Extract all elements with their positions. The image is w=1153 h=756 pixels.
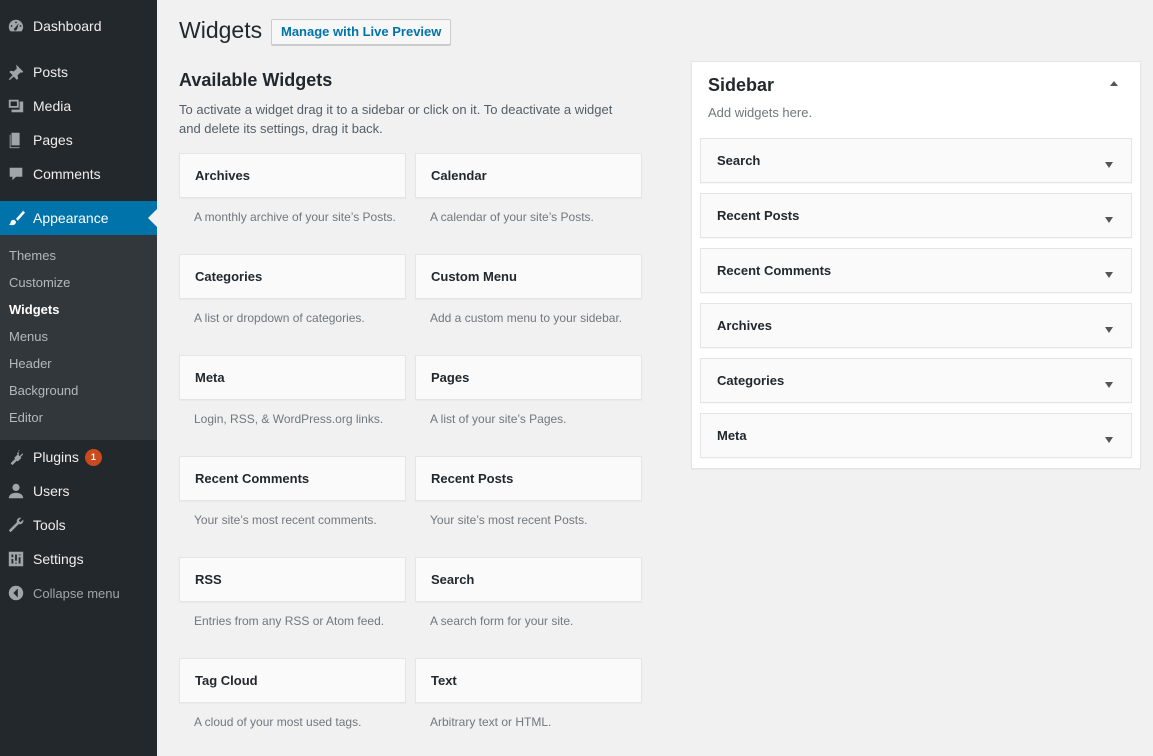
submenu-item-background[interactable]: Background: [9, 383, 78, 398]
sidebar-widget-title: Archives: [717, 318, 772, 333]
available-widget-meta[interactable]: Meta: [179, 355, 406, 400]
sidebar-widget-title: Search: [717, 153, 761, 168]
expand-triangle-down-icon[interactable]: [1104, 322, 1114, 333]
dashboard-icon: [6, 16, 26, 36]
widget-description: A calendar of your site’s Posts.: [430, 210, 594, 224]
menu-item-comments[interactable]: Comments: [0, 157, 157, 191]
plugins-update-badge: 1: [84, 448, 102, 466]
expand-triangle-down-icon[interactable]: [1104, 212, 1114, 223]
available-widget-custom-menu[interactable]: Custom Menu: [415, 254, 642, 299]
menu-label: Appearance: [33, 210, 109, 226]
expand-triangle-down-icon[interactable]: [1104, 157, 1114, 168]
menu-item-settings[interactable]: Settings: [0, 542, 157, 576]
menu-item-appearance[interactable]: Appearance: [0, 201, 157, 235]
menu-item-pages[interactable]: Pages: [0, 123, 157, 157]
widget-description: A list or dropdown of categories.: [194, 311, 365, 325]
widget-description: A cloud of your most used tags.: [194, 715, 362, 729]
sidebar-area-title[interactable]: Sidebar: [708, 75, 774, 96]
sidebar-widget-area: Sidebar Add widgets here. Search Recent …: [691, 61, 1141, 469]
widget-description: Add a custom menu to your sidebar.: [430, 311, 623, 325]
wrench-icon: [6, 515, 26, 535]
sidebar-widget-categories[interactable]: Categories: [700, 358, 1132, 403]
sidebar-widget-title: Recent Posts: [717, 208, 800, 223]
widget-description: A search form for your site.: [430, 614, 574, 628]
available-widget-rss[interactable]: RSS: [179, 557, 406, 602]
menu-label: Posts: [33, 64, 69, 80]
available-widget-recent-posts[interactable]: Recent Posts: [415, 456, 642, 501]
widget-description: Arbitrary text or HTML.: [430, 715, 552, 729]
menu-label: Pages: [33, 132, 73, 148]
available-widget-pages[interactable]: Pages: [415, 355, 642, 400]
submenu-item-editor[interactable]: Editor: [9, 410, 43, 425]
pages-icon: [6, 130, 26, 150]
manage-live-preview-button[interactable]: Manage with Live Preview: [271, 19, 452, 45]
sidebar-widget-search[interactable]: Search: [700, 138, 1132, 183]
menu-label: Plugins: [33, 449, 79, 465]
collapse-triangle-up-icon[interactable]: [1108, 76, 1120, 88]
widget-description: Login, RSS, & WordPress.org links.: [194, 412, 384, 426]
submenu-item-customize[interactable]: Customize: [9, 275, 70, 290]
sidebar-widget-title: Meta: [717, 428, 747, 443]
submenu-item-widgets[interactable]: Widgets: [9, 302, 59, 317]
collapse-arrow-icon: [6, 583, 26, 603]
settings-icon: [6, 549, 26, 569]
media-icon: [6, 96, 26, 116]
sidebar-widget-title: Recent Comments: [717, 263, 832, 278]
sidebar-widget-meta[interactable]: Meta: [700, 413, 1132, 458]
expand-triangle-down-icon[interactable]: [1104, 377, 1114, 388]
menu-item-posts[interactable]: Posts: [0, 55, 157, 89]
page-title: Widgets: [179, 17, 263, 43]
available-widget-archives[interactable]: Archives: [179, 153, 406, 198]
admin-menu: Dashboard Posts Media Pages Comments App…: [0, 0, 157, 756]
menu-label: Users: [33, 483, 70, 499]
expand-triangle-down-icon[interactable]: [1104, 432, 1114, 443]
user-icon: [6, 481, 26, 501]
sidebar-widget-recent-comments[interactable]: Recent Comments: [700, 248, 1132, 293]
menu-item-users[interactable]: Users: [0, 474, 157, 508]
available-widget-tag-cloud[interactable]: Tag Cloud: [179, 658, 406, 703]
menu-item-media[interactable]: Media: [0, 89, 157, 123]
sidebar-widget-archives[interactable]: Archives: [700, 303, 1132, 348]
collapse-menu-button[interactable]: Collapse menu: [0, 576, 157, 610]
available-widgets-title: Available Widgets: [179, 70, 333, 90]
widget-description: A monthly archive of your site’s Posts.: [194, 210, 396, 224]
menu-item-plugins[interactable]: Plugins 1: [0, 440, 157, 474]
available-widget-recent-comments[interactable]: Recent Comments: [179, 456, 406, 501]
sidebar-area-description: Add widgets here.: [708, 105, 813, 120]
menu-label: Dashboard: [33, 18, 102, 34]
menu-label: Settings: [33, 551, 84, 567]
widget-description: Your site’s most recent Posts.: [430, 513, 588, 527]
available-widgets-description: To activate a widget drag it to a sideba…: [179, 102, 613, 136]
available-widget-text[interactable]: Text: [415, 658, 642, 703]
menu-item-tools[interactable]: Tools: [0, 508, 157, 542]
menu-label: Tools: [33, 517, 66, 533]
sidebar-widget-title: Categories: [717, 373, 785, 388]
paintbrush-icon: [6, 208, 26, 228]
sidebar-widget-recent-posts[interactable]: Recent Posts: [700, 193, 1132, 238]
menu-item-dashboard[interactable]: Dashboard: [0, 9, 157, 43]
pin-icon: [6, 62, 26, 82]
submenu-item-menus[interactable]: Menus: [9, 329, 48, 344]
expand-triangle-down-icon[interactable]: [1104, 267, 1114, 278]
submenu-item-themes[interactable]: Themes: [9, 248, 56, 263]
available-widget-categories[interactable]: Categories: [179, 254, 406, 299]
widget-description: Your site’s most recent comments.: [194, 513, 377, 527]
menu-label: Media: [33, 98, 72, 114]
widget-description: Entries from any RSS or Atom feed.: [194, 614, 385, 628]
available-widget-search[interactable]: Search: [415, 557, 642, 602]
plug-icon: [6, 447, 26, 467]
appearance-submenu: Themes Customize Widgets Menus Header Ba…: [0, 235, 157, 440]
menu-label: Comments: [33, 166, 101, 182]
widget-description: A list of your site’s Pages.: [430, 412, 567, 426]
comment-icon: [6, 164, 26, 184]
available-widget-calendar[interactable]: Calendar: [415, 153, 642, 198]
submenu-item-header[interactable]: Header: [9, 356, 52, 371]
menu-label: Collapse menu: [33, 585, 120, 601]
